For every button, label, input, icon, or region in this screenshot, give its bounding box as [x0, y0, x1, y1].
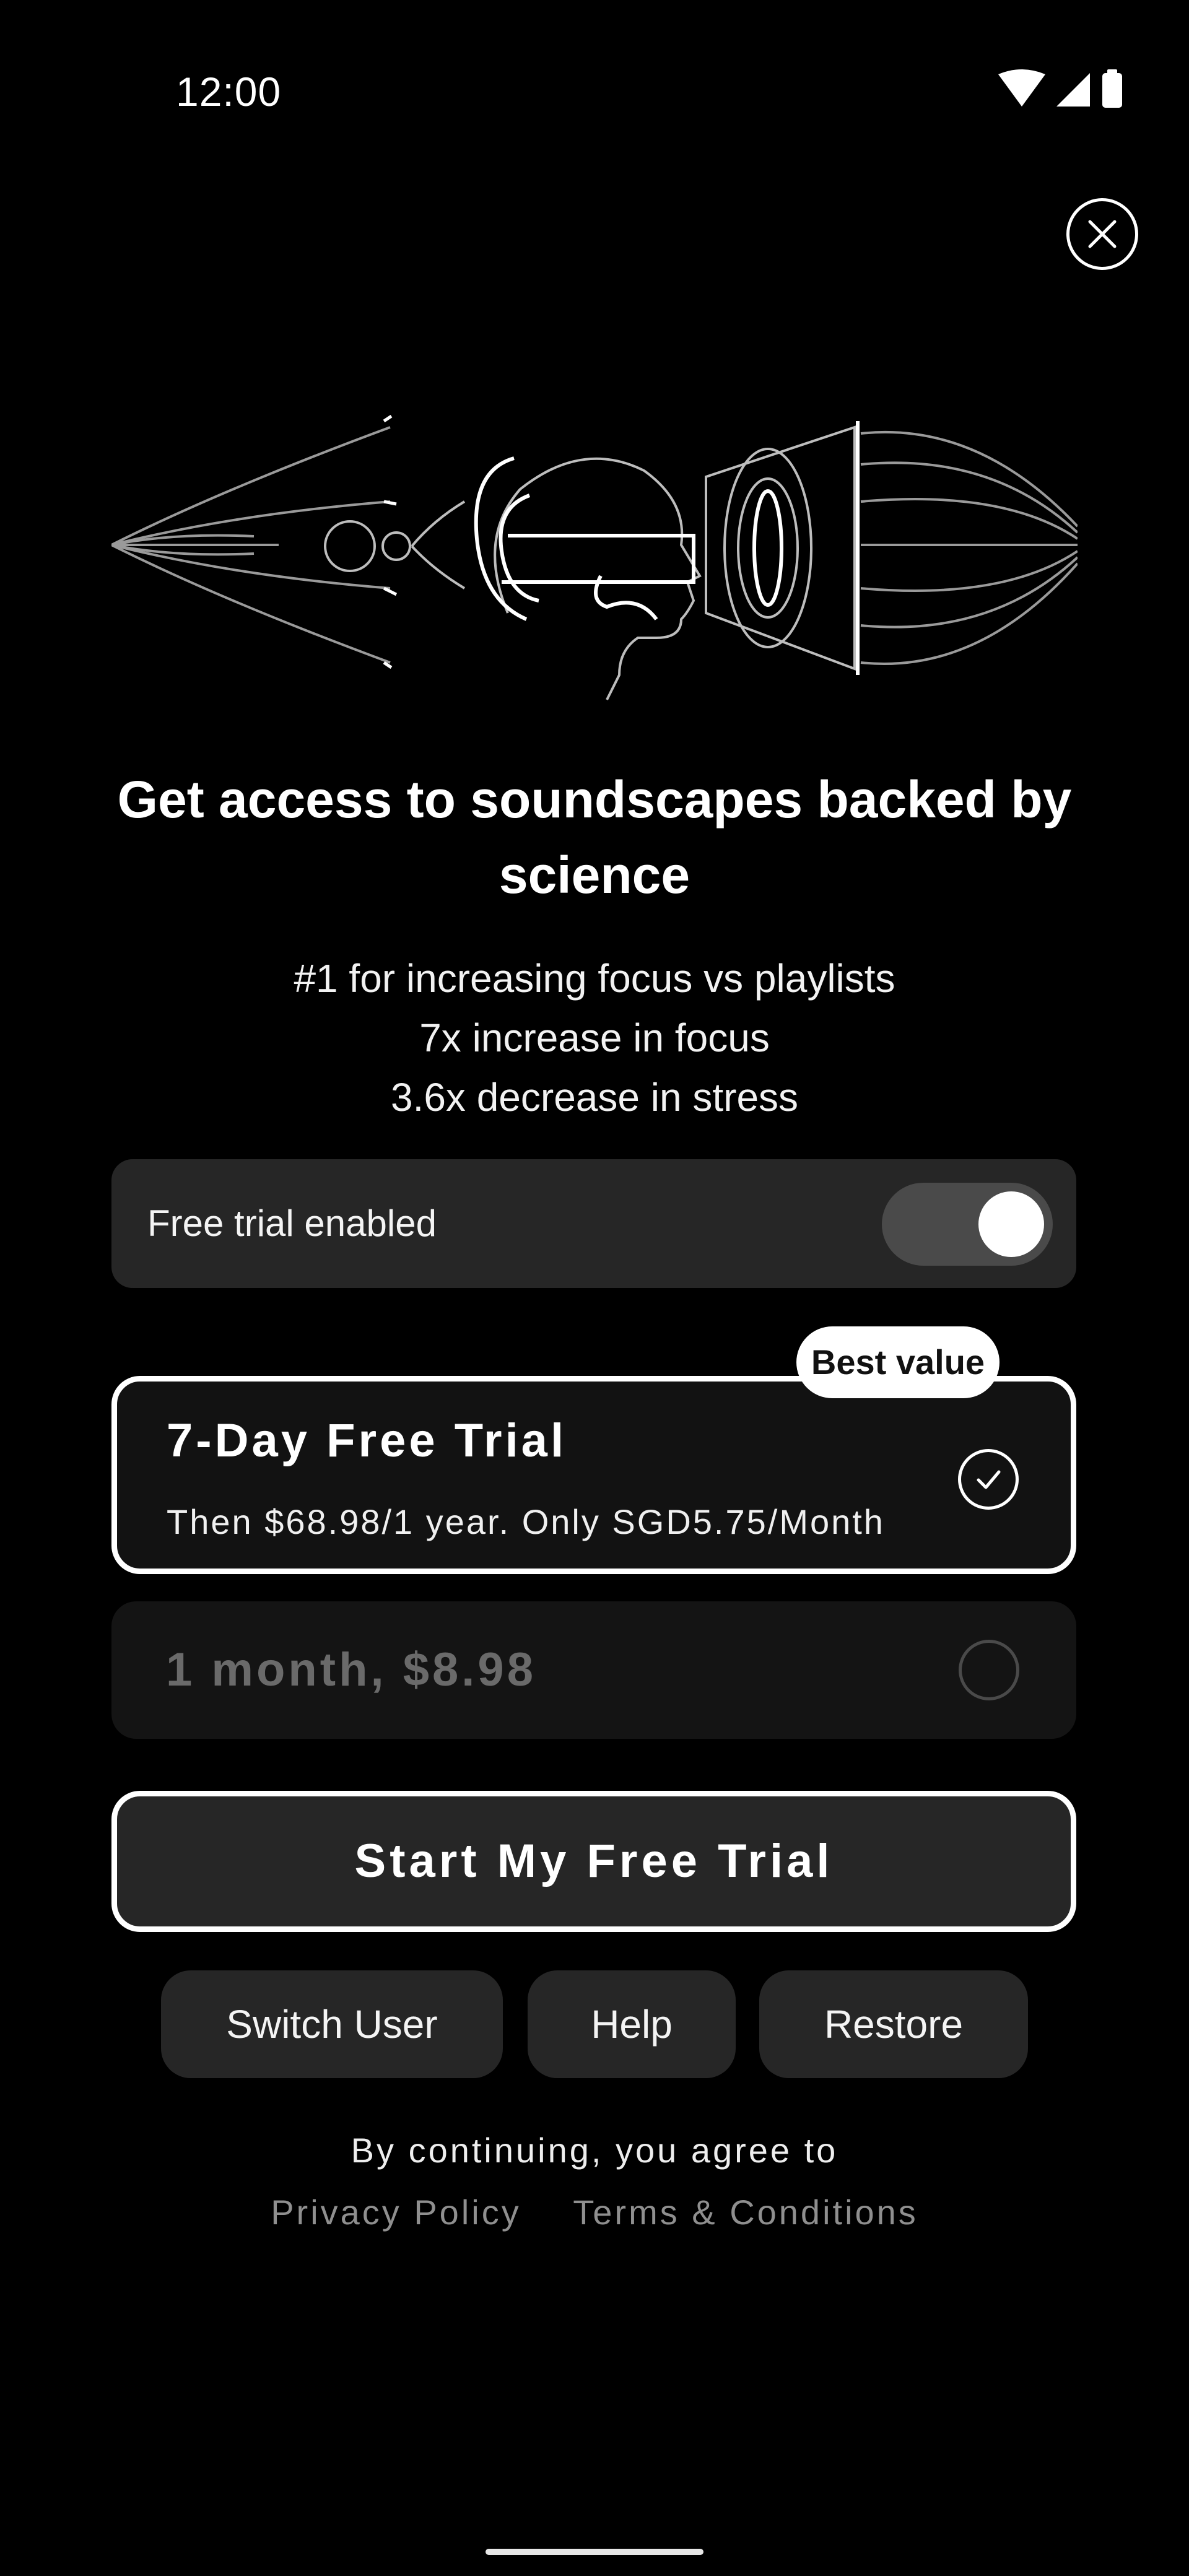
- free-trial-toggle[interactable]: [882, 1183, 1053, 1266]
- terms-link[interactable]: Terms & Conditions: [573, 2193, 918, 2232]
- selected-check-icon: [958, 1449, 1019, 1510]
- plan-option-yearly[interactable]: 7-Day Free Trial Then $68.98/1 year. Onl…: [111, 1376, 1076, 1574]
- free-trial-card: Free trial enabled: [111, 1159, 1076, 1288]
- home-indicator[interactable]: [486, 2549, 703, 2555]
- plan-price-detail: Then $68.98/1 year. Only SGD5.75/Month: [167, 1502, 885, 1541]
- plan-option-monthly[interactable]: 1 month, $8.98: [111, 1601, 1076, 1739]
- benefit-item: #1 for increasing focus vs playlists: [294, 956, 895, 1001]
- battery-icon: [1102, 69, 1122, 108]
- close-button[interactable]: [1066, 198, 1138, 270]
- hero-illustration: [111, 414, 1079, 712]
- soundscape-illustration: [111, 414, 1079, 700]
- legal-intro: By continuing, you agree to: [351, 2131, 838, 2170]
- toggle-knob: [978, 1191, 1044, 1257]
- signal-icon: [1056, 73, 1090, 107]
- legal-links: Privacy Policy Terms & Conditions: [99, 2192, 1090, 2232]
- benefit-item: 7x increase in focus: [419, 1016, 770, 1060]
- wifi-icon: [998, 69, 1045, 107]
- benefit-item: 3.6x decrease in stress: [390, 1075, 799, 1120]
- help-button[interactable]: Help: [528, 1970, 736, 2078]
- privacy-policy-link[interactable]: Privacy Policy: [271, 2193, 521, 2232]
- status-bar: 12:00: [0, 0, 1189, 186]
- status-icons: [997, 68, 1139, 111]
- free-trial-label: Free trial enabled: [147, 1203, 437, 1244]
- status-time: 12:00: [176, 69, 282, 115]
- plan-title: 7-Day Free Trial: [167, 1414, 567, 1467]
- switch-user-button[interactable]: Switch User: [161, 1970, 503, 2078]
- best-value-badge: Best value: [796, 1326, 1000, 1398]
- headline: Get access to soundscapes backed by scie…: [117, 770, 1072, 904]
- secondary-actions: Switch User Help Restore: [0, 1970, 1189, 2078]
- benefit-list: #1 for increasing focus vs playlists 7x …: [99, 949, 1090, 1127]
- unselected-radio-icon: [959, 1640, 1019, 1700]
- plan-title: 1 month, $8.98: [166, 1643, 536, 1696]
- start-free-trial-button[interactable]: Start My Free Trial: [111, 1791, 1076, 1932]
- close-icon: [1088, 220, 1117, 248]
- restore-button[interactable]: Restore: [759, 1970, 1028, 2078]
